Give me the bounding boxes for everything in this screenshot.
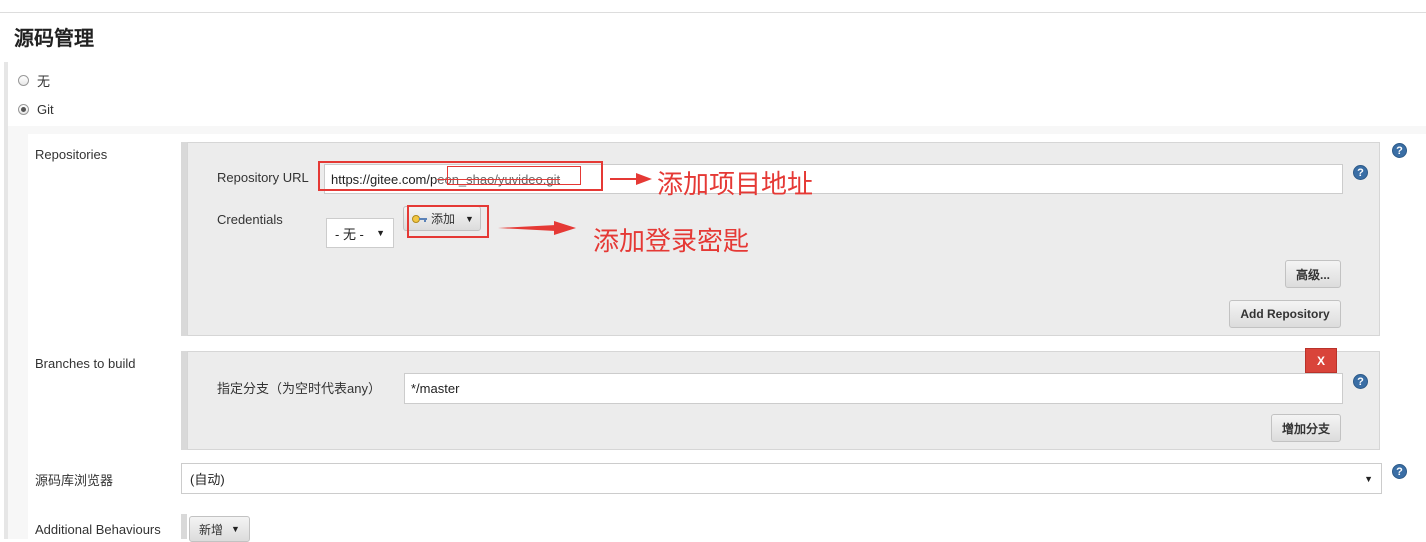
add-branch-button[interactable]: 增加分支 bbox=[1271, 414, 1341, 442]
credentials-arrow-icon bbox=[498, 221, 576, 235]
repositories-help-icon[interactable]: ? bbox=[1392, 143, 1407, 158]
repositories-label: Repositories bbox=[35, 147, 108, 162]
credentials-label: Credentials bbox=[217, 212, 283, 227]
chevron-down-icon: ▼ bbox=[376, 228, 385, 238]
delete-branch-button[interactable]: X bbox=[1305, 348, 1337, 373]
repository-browser-help-icon[interactable]: ? bbox=[1392, 464, 1407, 479]
repository-browser-label: 源码库浏览器 bbox=[35, 473, 114, 488]
repository-browser-select[interactable]: (自动) ▼ bbox=[181, 463, 1382, 494]
radio-none-label: 无 bbox=[37, 74, 51, 89]
branches-label: Branches to build bbox=[35, 356, 136, 371]
section-title: 源码管理 bbox=[14, 26, 94, 50]
credentials-select-value: - 无 - bbox=[335, 226, 364, 242]
scm-option-none[interactable]: 无 bbox=[18, 71, 50, 90]
repository-url-label: Repository URL bbox=[217, 170, 309, 185]
add-behaviour-label: 新增 bbox=[199, 522, 224, 537]
radio-git-label: Git bbox=[37, 102, 54, 117]
radio-git[interactable] bbox=[18, 104, 29, 115]
repository-url-help-icon[interactable]: ? bbox=[1353, 165, 1368, 180]
branch-specifier-value: */master bbox=[411, 381, 460, 396]
branch-help-icon[interactable]: ? bbox=[1353, 374, 1368, 389]
radio-none[interactable] bbox=[18, 75, 29, 86]
branch-specifier-label: 指定分支（为空时代表any） bbox=[217, 381, 381, 396]
url-redaction-box bbox=[447, 166, 581, 185]
branch-specifier-input[interactable]: */master bbox=[404, 373, 1343, 404]
url-annotation: 添加项目地址 bbox=[657, 170, 814, 200]
add-behaviour-button[interactable]: 新增 ▼ bbox=[189, 516, 250, 542]
scm-option-git[interactable]: Git bbox=[18, 102, 54, 117]
credentials-highlight-box bbox=[407, 205, 489, 238]
chevron-down-icon: ▼ bbox=[1364, 473, 1373, 484]
url-arrow-icon bbox=[610, 173, 652, 185]
behaviours-block-bar bbox=[181, 514, 187, 539]
advanced-button[interactable]: 高级... bbox=[1285, 260, 1341, 288]
credentials-annotation: 添加登录密匙 bbox=[593, 227, 750, 257]
chevron-down-icon: ▼ bbox=[231, 524, 240, 534]
repository-browser-value: (自动) bbox=[190, 472, 225, 487]
top-divider bbox=[0, 12, 1426, 13]
add-repository-button[interactable]: Add Repository bbox=[1229, 300, 1341, 328]
credentials-select[interactable]: - 无 - ▼ bbox=[326, 218, 394, 248]
additional-behaviours-label: Additional Behaviours bbox=[35, 522, 161, 537]
